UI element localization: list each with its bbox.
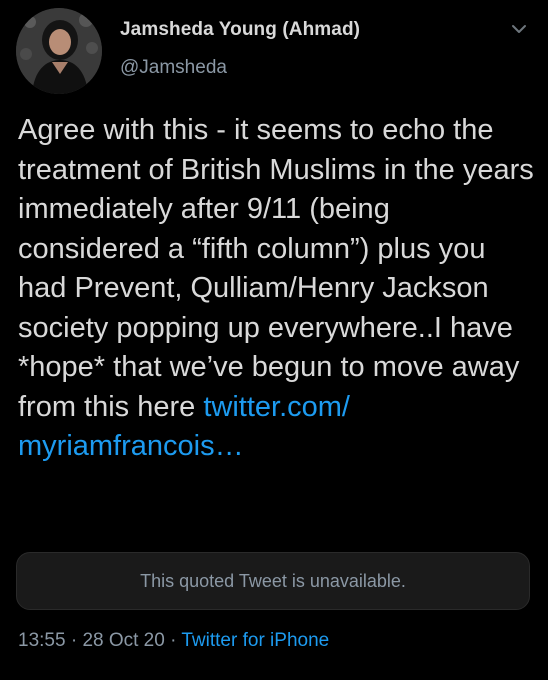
quoted-tweet-unavailable-text: This quoted Tweet is unavailable. <box>140 570 406 591</box>
tweet-time[interactable]: 13:55 <box>18 630 66 651</box>
handle[interactable]: @Jamsheda <box>120 57 227 79</box>
display-name[interactable]: Jamsheda Young (Ahmad) <box>120 19 360 41</box>
tweet: Jamsheda Young (Ahmad) @Jamsheda Agree w… <box>0 0 548 680</box>
chevron-down-icon[interactable] <box>508 18 530 40</box>
tweet-text: Agree with this - it seems to echo the t… <box>18 111 538 467</box>
tweet-meta: 13:55 · 28 Oct 20 · Twitter for iPhone <box>18 630 329 652</box>
meta-separator: · <box>164 630 182 651</box>
tweet-source[interactable]: Twitter for iPhone <box>181 630 329 651</box>
tweet-text-body: Agree with this - it seems to echo the t… <box>18 114 534 423</box>
tweet-link-line2[interactable]: myriamfrancois… <box>18 430 244 462</box>
avatar[interactable] <box>16 8 102 94</box>
meta-separator: · <box>65 630 83 651</box>
avatar-image <box>16 8 102 94</box>
tweet-link-line1[interactable]: twitter.com/ <box>203 391 350 423</box>
tweet-date[interactable]: 28 Oct 20 <box>82 630 164 651</box>
quoted-tweet-card[interactable]: This quoted Tweet is unavailable. <box>16 552 530 610</box>
